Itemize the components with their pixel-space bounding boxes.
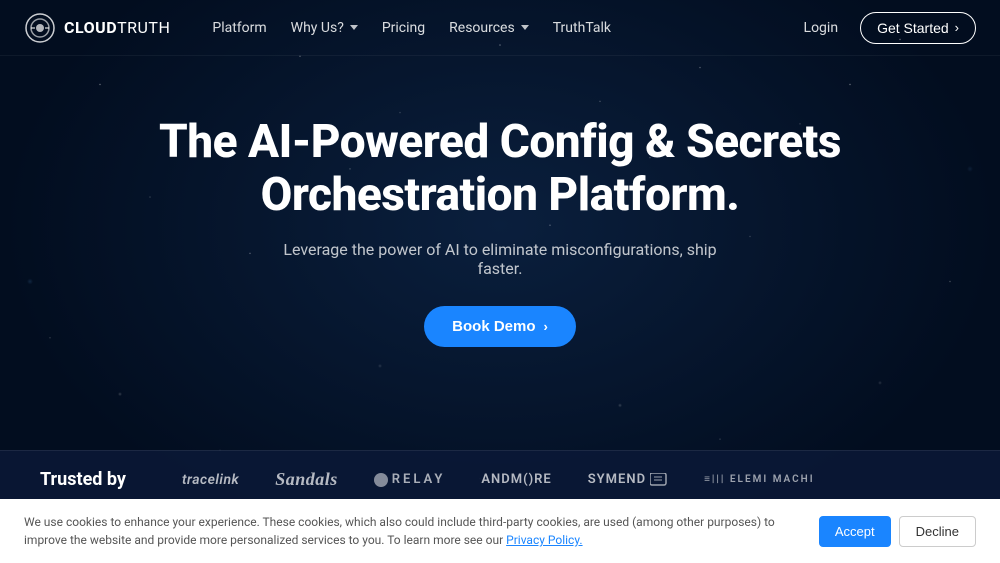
- book-demo-button[interactable]: Book Demo ›: [424, 306, 576, 347]
- nav-right: Login Get Started ›: [794, 12, 976, 44]
- decline-button[interactable]: Decline: [899, 516, 976, 547]
- brand-symend: SYMEND: [588, 472, 668, 487]
- navbar: CLOUDTRUTH Platform Why Us? Pricing Reso…: [0, 0, 1000, 56]
- accept-button[interactable]: Accept: [819, 516, 891, 547]
- brand-sandals: Sandals: [275, 469, 338, 490]
- get-started-button[interactable]: Get Started ›: [860, 12, 976, 44]
- nav-platform[interactable]: Platform: [202, 14, 276, 42]
- logo-text: CLOUDTRUTH: [64, 18, 170, 37]
- nav-why-us[interactable]: Why Us?: [281, 14, 368, 42]
- brand-andmore: ANDM()RE: [481, 472, 551, 487]
- chevron-down-icon: [350, 25, 358, 30]
- arrow-right-icon: ›: [544, 319, 548, 334]
- logo-icon: [24, 12, 56, 44]
- nav-pricing[interactable]: Pricing: [372, 14, 435, 42]
- brand-relay: RELAY: [374, 472, 446, 487]
- privacy-policy-link[interactable]: Privacy Policy.: [506, 533, 582, 547]
- cookie-buttons: Accept Decline: [819, 516, 976, 547]
- cookie-text: We use cookies to enhance your experienc…: [24, 513, 799, 549]
- page-wrapper: CLOUDTRUTH Platform Why Us? Pricing Reso…: [0, 0, 1000, 563]
- login-button[interactable]: Login: [794, 14, 849, 42]
- nav-left: CLOUDTRUTH Platform Why Us? Pricing Reso…: [24, 12, 621, 44]
- trusted-by-label: Trusted by: [40, 469, 150, 490]
- nav-resources[interactable]: Resources: [439, 14, 539, 42]
- hero-section: The AI-Powered Config & Secrets Orchestr…: [0, 56, 1000, 387]
- nav-truthtalk[interactable]: TruthTalk: [543, 14, 621, 42]
- symend-icon: [650, 473, 668, 487]
- cookie-banner: We use cookies to enhance your experienc…: [0, 499, 1000, 563]
- arrow-right-icon: ›: [955, 20, 959, 35]
- chevron-down-icon: [521, 25, 529, 30]
- hero-title: The AI-Powered Config & Secrets Orchestr…: [150, 116, 850, 222]
- trusted-logos: tracelink Sandals RELAY ANDM()RE SYMEND …: [182, 469, 960, 490]
- nav-links: Platform Why Us? Pricing Resources Truth…: [202, 14, 621, 42]
- brand-tracelink: tracelink: [182, 472, 239, 488]
- brand-elementi: ≡||| ELEMI MACHI: [704, 474, 815, 485]
- relay-dot-icon: [374, 473, 388, 487]
- hero-subtitle: Leverage the power of AI to eliminate mi…: [260, 240, 740, 278]
- logo[interactable]: CLOUDTRUTH: [24, 12, 170, 44]
